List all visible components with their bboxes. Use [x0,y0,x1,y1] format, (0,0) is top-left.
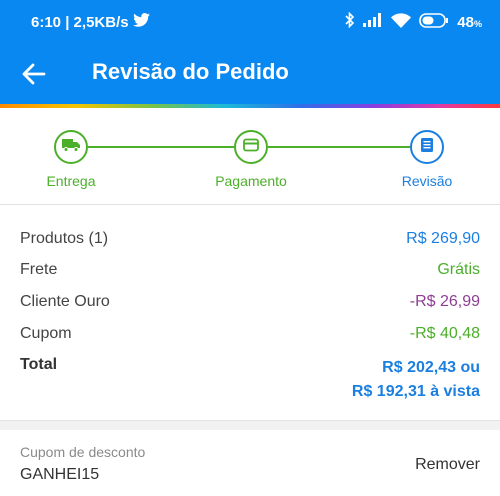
step-entrega[interactable]: Entrega [16,130,126,189]
summary-value: -R$ 40,48 [409,325,480,342]
summary-value: R$ 269,90 [406,230,480,247]
app-bar: Revisão do Pedido [0,44,500,104]
status-time: 6:10 | 2,5KB/s [31,13,129,31]
section-separator [0,421,500,430]
bluetooth-icon [345,11,355,32]
summary-label: Frete [20,261,58,278]
status-left: 6:10 | 2,5KB/s [31,13,150,31]
status-right: 48% [345,11,482,32]
step-label: Entrega [46,173,96,189]
summary-value: Grátis [437,261,480,278]
status-bar: 6:10 | 2,5KB/s 48% [0,0,500,44]
step-label: Pagamento [215,173,287,189]
summary-label: Cupom [20,325,72,342]
receipt-icon [420,137,434,158]
header: 6:10 | 2,5KB/s 48% Revisão do Pedido [0,0,500,104]
step-circle [410,130,444,164]
step-revisao[interactable]: Revisão [372,130,482,189]
total-price-cash: R$ 192,31 à vista [351,383,480,400]
back-button[interactable] [20,60,52,88]
summary-label: Cliente Ouro [20,293,110,310]
summary-label: Produtos (1) [20,230,109,247]
step-circle [234,130,268,164]
divider [0,204,500,205]
battery-unit: % [473,18,482,29]
step-label: Revisão [401,173,453,189]
coupon-label: Cupom de desconto [20,444,146,460]
remove-coupon-button[interactable]: Remover [415,456,480,474]
coupon-section: Cupom de desconto GANHEI15 Remover [0,430,500,496]
total-label: Total [20,356,58,373]
step-circle [54,130,88,164]
total-price: R$ 202,43 ou [382,359,480,376]
total-value: R$ 202,43 ou R$ 192,31 à vista [352,356,480,404]
page-title: Revisão do Pedido [92,59,289,84]
summary-value: -R$ 26,99 [409,293,480,310]
twitter-icon [132,13,150,31]
credit-card-icon [243,138,259,157]
signal-icon [363,13,383,31]
wifi-icon [391,12,412,32]
battery-icon [419,12,449,32]
arrow-left-icon [20,63,48,92]
step-pagamento[interactable]: Pagamento [196,130,306,189]
battery-level: 48% [457,13,482,31]
truck-icon [62,138,80,157]
coupon-code: GANHEI15 [20,466,100,483]
